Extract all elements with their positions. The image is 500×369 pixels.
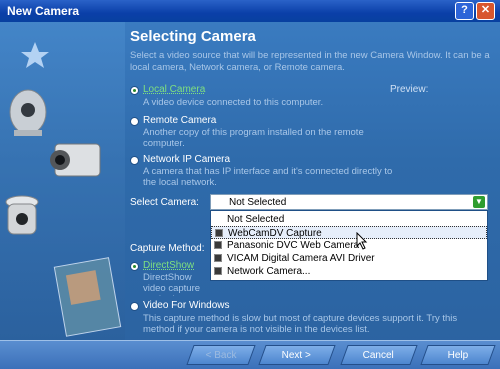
capture-method-label: Capture Method:: [130, 243, 205, 254]
next-button[interactable]: Next >: [258, 345, 336, 365]
preview-label: Preview:: [390, 84, 429, 95]
help-button[interactable]: Help: [420, 345, 496, 365]
radio-remote-camera[interactable]: [130, 117, 139, 126]
mouse-cursor-icon: [356, 232, 368, 250]
option-remote-camera-label[interactable]: Remote Camera: [143, 115, 216, 126]
option-vfw-label[interactable]: Video For Windows: [143, 300, 230, 311]
radio-video-for-windows[interactable]: [130, 302, 139, 311]
option-local-camera-desc: A video device connected to this compute…: [143, 97, 324, 108]
dropdown-item-webcamdv[interactable]: WebCamDV Capture: [211, 226, 487, 239]
cancel-button[interactable]: Cancel: [340, 345, 418, 365]
option-vfw-desc: This capture method is slow but most of …: [143, 313, 458, 335]
select-camera-label: Select Camera:: [130, 197, 199, 208]
camera-illustration: [0, 22, 125, 342]
camera-select-value: Not Selected: [229, 197, 287, 208]
option-local-camera-label[interactable]: Local Camera: [143, 84, 205, 95]
dropdown-item-network-camera[interactable]: Network Camera...: [211, 265, 487, 278]
close-button[interactable]: ✕: [476, 2, 495, 20]
network-icon: [214, 267, 222, 275]
option-network-camera-label[interactable]: Network IP Camera: [143, 154, 230, 165]
title-bar: New Camera ? ✕: [0, 0, 500, 22]
option-directshow-desc: DirectShow video capture method ... dire…: [143, 272, 201, 296]
dropdown-item-not-selected[interactable]: Not Selected: [211, 213, 487, 226]
dropdown-item-vicam[interactable]: VICAM Digital Camera AVI Driver: [211, 252, 487, 265]
back-button[interactable]: < Back: [186, 345, 256, 365]
radio-network-camera[interactable]: [130, 156, 139, 165]
camera-device-icon: [215, 229, 223, 237]
wizard-window: New Camera ? ✕ Selecting Camera Select a…: [0, 0, 500, 369]
intro-text: Select a video source that will be repre…: [130, 50, 490, 73]
camera-device-icon: [214, 254, 222, 262]
window-title: New Camera: [7, 4, 80, 18]
radio-directshow[interactable]: [130, 262, 139, 271]
dropdown-item-panasonic[interactable]: Panasonic DVC Web Camera: [211, 239, 487, 252]
chevron-down-icon[interactable]: ▼: [473, 196, 485, 208]
camera-dropdown-list: Not Selected WebCamDV Capture Panasonic …: [210, 210, 488, 281]
camera-device-icon: [214, 241, 222, 249]
option-directshow-label[interactable]: DirectShow: [143, 260, 194, 271]
page-title: Selecting Camera: [130, 28, 256, 45]
option-network-camera-desc: A camera that has IP interface and it's …: [143, 166, 393, 188]
radio-local-camera[interactable]: [130, 86, 139, 95]
camera-select[interactable]: Not Selected ▼: [210, 194, 488, 210]
option-remote-camera-desc: Another copy of this program installed o…: [143, 127, 364, 149]
help-title-button[interactable]: ?: [455, 2, 474, 20]
